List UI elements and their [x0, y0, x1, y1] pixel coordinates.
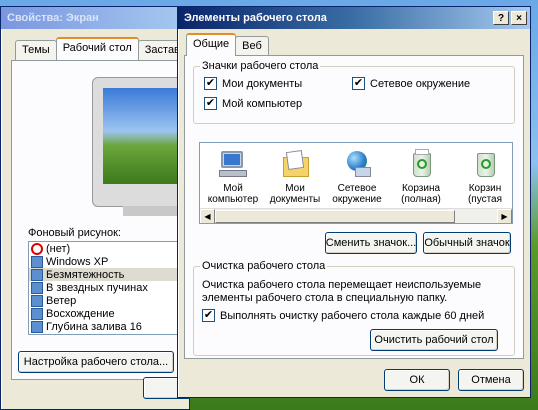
list-item-selected[interactable]: Безмятежность: [29, 268, 197, 281]
scroll-right-icon[interactable]: ▶: [497, 209, 512, 223]
change-icon-button[interactable]: Сменить значок...: [325, 232, 417, 254]
dialog-tab-strip: Общие Веб: [186, 33, 269, 56]
wallpaper-list[interactable]: (нет) Windows XP Безмятежность В звездны…: [28, 241, 198, 335]
list-item[interactable]: Windows XP: [29, 255, 197, 268]
tab-themes[interactable]: Темы: [15, 40, 57, 60]
my-documents-icon: [279, 149, 311, 179]
list-item[interactable]: (нет): [29, 242, 197, 255]
checkbox-box[interactable]: ✔: [204, 77, 217, 90]
scrollbar-thumb[interactable]: [215, 210, 455, 223]
icon-item[interactable]: Мой компьютер: [202, 149, 264, 205]
display-properties-titlebar[interactable]: Свойства: Экран: [1, 7, 189, 29]
checkbox-box[interactable]: ✔: [352, 77, 365, 90]
checkbox-box[interactable]: ✔: [204, 97, 217, 110]
cancel-button[interactable]: Отмена: [458, 369, 524, 391]
my-documents-checkbox[interactable]: ✔ Мои документы: [204, 77, 302, 90]
recycle-bin-empty-icon: [469, 149, 501, 179]
general-tab-panel: Значки рабочего стола ✔ Мои документы ✔ …: [184, 55, 524, 359]
image-file-icon: [31, 320, 43, 333]
list-item[interactable]: Восхождение: [29, 307, 197, 320]
tab-desktop[interactable]: Рабочий стол: [55, 37, 139, 60]
image-file-icon: [31, 255, 43, 268]
desktop-cleanup-group-title: Очистка рабочего стола: [200, 260, 328, 272]
list-item[interactable]: Ветер: [29, 294, 197, 307]
ok-button[interactable]: ОК: [384, 369, 450, 391]
help-button[interactable]: ?: [493, 11, 509, 25]
icon-item[interactable]: Сетевое окружение: [326, 149, 388, 205]
icon-preview-list[interactable]: Мой компьютер Мои документы Сетевое окру…: [199, 142, 513, 224]
list-item[interactable]: Глубина залива 16: [29, 320, 197, 333]
background-label: Фоновый рисунок:: [28, 227, 121, 239]
cleanup-description: Очистка рабочего стола перемещает неиспо…: [202, 279, 482, 304]
back-tab-strip: Темы Рабочий стол Заставка: [15, 37, 199, 60]
auto-cleanup-checkbox[interactable]: ✔ Выполнять очистку рабочего стола кажды…: [202, 309, 484, 322]
image-file-icon: [31, 268, 43, 281]
checkbox-label: Сетевое окружение: [370, 77, 471, 90]
scroll-left-icon[interactable]: ◀: [200, 209, 215, 223]
list-item[interactable]: В звездных пучинах: [29, 281, 197, 294]
customize-desktop-button[interactable]: Настройка рабочего стола...: [18, 351, 174, 373]
my-computer-checkbox[interactable]: ✔ Мой компьютер: [204, 97, 302, 110]
desktop-icons-group: Значки рабочего стола ✔ Мои документы ✔ …: [193, 60, 515, 124]
none-icon: [31, 242, 43, 255]
tab-general[interactable]: Общие: [186, 33, 237, 56]
cleanup-now-button[interactable]: Очистить рабочий стол: [370, 329, 498, 351]
tab-web[interactable]: Веб: [235, 36, 269, 56]
dialog-title: Элементы рабочего стола: [184, 12, 327, 24]
display-properties-window: Свойства: Экран Темы Рабочий стол Застав…: [0, 6, 199, 410]
checkbox-label: Мои документы: [222, 77, 303, 90]
desktop-tab-panel: Фоновый рисунок: (нет) Windows XP Безмят…: [11, 60, 198, 380]
checkbox-box[interactable]: ✔: [202, 309, 215, 322]
image-file-icon: [31, 281, 43, 294]
icon-item[interactable]: Корзин (пустая: [454, 149, 512, 205]
icon-item[interactable]: Мои документы: [264, 149, 326, 205]
default-icon-button[interactable]: Обычный значок: [423, 232, 511, 254]
close-button[interactable]: ×: [511, 11, 527, 25]
checkbox-label: Выполнять очистку рабочего стола каждые …: [220, 309, 485, 322]
desktop-cleanup-group: Очистка рабочего стола Очистка рабочего …: [193, 260, 515, 356]
dialog-titlebar[interactable]: Элементы рабочего стола ? ×: [178, 7, 530, 29]
network-places-checkbox[interactable]: ✔ Сетевое окружение: [352, 77, 470, 90]
image-file-icon: [31, 307, 43, 320]
image-file-icon: [31, 294, 43, 307]
desktop-items-dialog: Элементы рабочего стола ? × Общие Веб Зн…: [177, 6, 531, 398]
checkbox-label: Мой компьютер: [222, 97, 303, 110]
icon-list-scrollbar[interactable]: ◀ ▶: [200, 208, 512, 223]
desktop-icons-group-title: Значки рабочего стола: [200, 60, 321, 72]
my-computer-icon: [217, 149, 249, 179]
window-title: Свойства: Экран: [7, 12, 99, 24]
icon-item[interactable]: Корзина (полная): [390, 149, 452, 205]
network-icon: [341, 149, 373, 179]
recycle-bin-full-icon: [405, 149, 437, 179]
